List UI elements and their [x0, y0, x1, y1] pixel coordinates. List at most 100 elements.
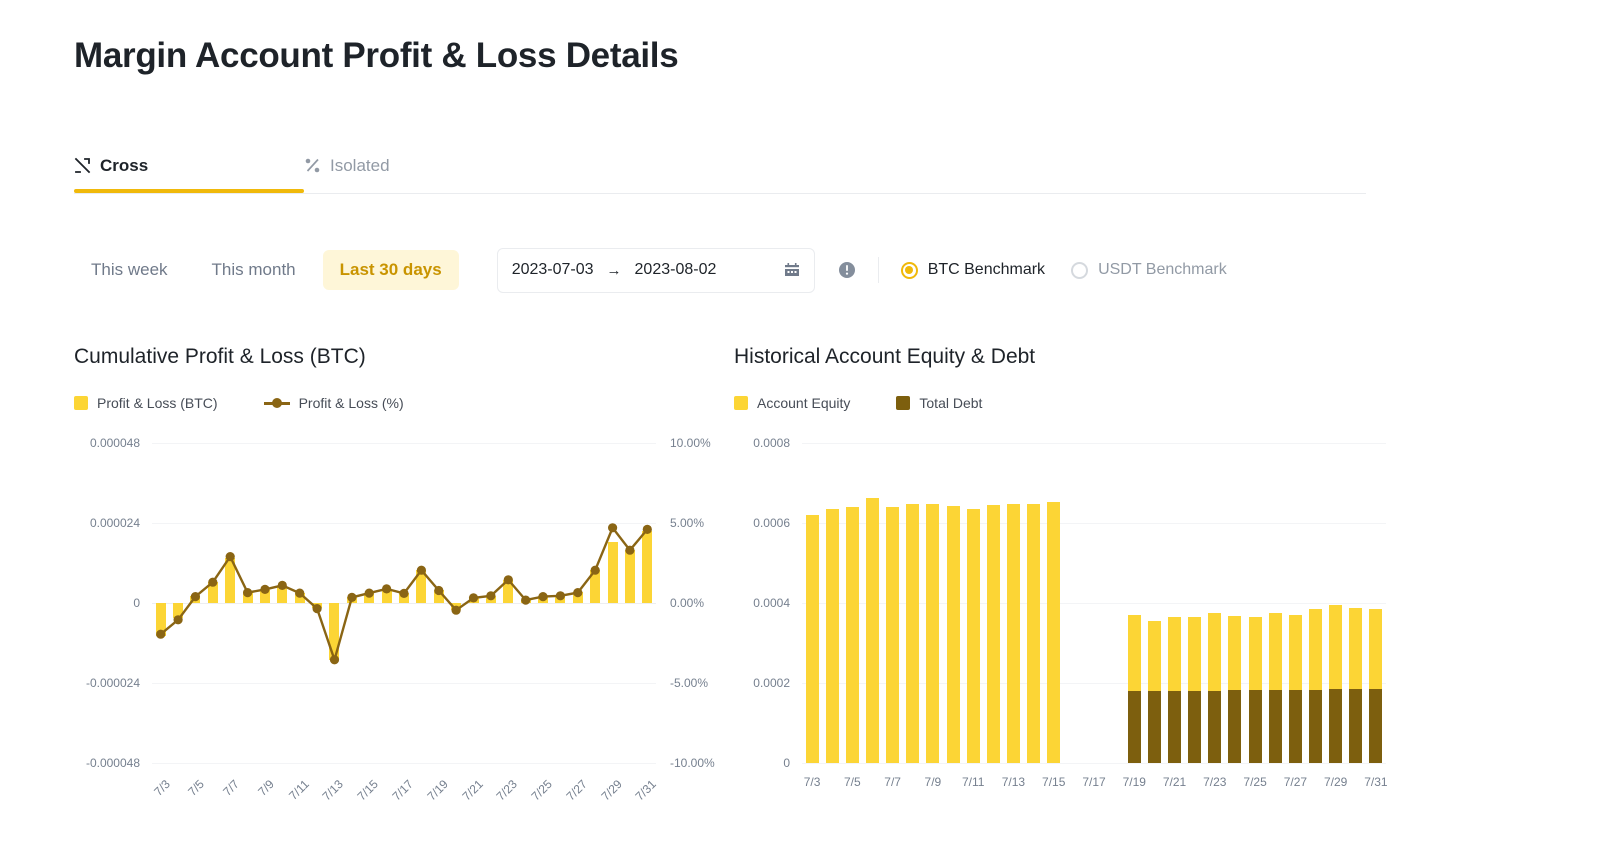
radio-usdt-benchmark[interactable]: USDT Benchmark	[1071, 261, 1227, 279]
tab-isolated-label: Isolated	[330, 155, 390, 175]
bar-total-debt	[1309, 689, 1323, 763]
page-title: Margin Account Profit & Loss Details	[74, 36, 679, 75]
bar-total-debt	[1168, 690, 1182, 763]
y-axis-tick-equity: 0.0002	[753, 676, 790, 690]
bar-account-equity	[1006, 503, 1020, 763]
tab-cross[interactable]: Cross	[74, 138, 304, 193]
x-axis-tick-right: 7/23	[1203, 775, 1227, 789]
bar-total-debt	[1188, 690, 1202, 763]
legend-label-total-debt: Total Debt	[919, 395, 983, 411]
radio-btc-benchmark[interactable]: BTC Benchmark	[900, 261, 1046, 279]
legend-swatch-total-debt	[896, 396, 911, 410]
legend-linedot-pnl-pct	[263, 397, 290, 409]
x-axis-tick-right: 7/25	[1243, 775, 1267, 789]
date-start-value[interactable]: 2023-07-03	[512, 261, 594, 279]
y-axis-tick-equity: 0.0008	[753, 436, 790, 450]
bar-account-equity	[966, 509, 980, 763]
cross-arrows-icon	[74, 157, 91, 174]
range-last-30-days[interactable]: Last 30 days	[322, 250, 459, 290]
bar-account-equity	[1027, 504, 1041, 763]
bar-account-equity	[865, 498, 879, 763]
bar-account-equity	[825, 509, 839, 763]
bar-account-equity	[1288, 615, 1302, 690]
date-range-arrow: →	[606, 261, 622, 279]
bar-account-equity	[1168, 617, 1182, 691]
bar-account-equity	[986, 505, 1000, 763]
bar-total-debt	[1268, 689, 1282, 763]
bar-account-equity	[805, 514, 819, 763]
chart-title-cumulative-pnl: Cumulative Profit & Loss (BTC)	[74, 345, 366, 368]
bar-account-equity	[1188, 616, 1202, 691]
x-axis-tick-right: 7/3	[803, 775, 821, 789]
gridline-right	[802, 763, 1386, 764]
radio-dot-usdt	[1076, 266, 1084, 274]
bar-total-debt	[1228, 690, 1242, 763]
gridline-right	[802, 443, 1386, 444]
calendar-icon[interactable]	[784, 262, 800, 278]
chart-title-equity-debt: Historical Account Equity & Debt	[734, 345, 1036, 368]
info-circle-icon[interactable]	[838, 261, 856, 279]
bar-account-equity	[1127, 615, 1141, 691]
bar-account-equity	[1248, 617, 1262, 691]
benchmark-radio-group: BTC Benchmark USDT Benchmark	[900, 261, 1253, 279]
radio-ring-usdt	[1071, 261, 1089, 279]
x-axis-tick-right: 7/17	[1082, 775, 1106, 789]
bar-total-debt	[1208, 690, 1222, 763]
bar-account-equity	[845, 506, 859, 763]
legend-swatch-pnl-btc	[74, 396, 88, 410]
bar-account-equity	[886, 507, 900, 763]
bar-account-equity	[1309, 608, 1323, 690]
tab-cross-label: Cross	[100, 155, 149, 175]
chart-cumulative-pnl: Cumulative Profit & Loss (BTC) Profit & …	[74, 345, 734, 828]
account-mode-tabs: Cross Isolated	[74, 138, 1366, 194]
radio-usdt-label: USDT Benchmark	[1098, 261, 1227, 278]
bar-total-debt	[1127, 690, 1141, 763]
range-this-week[interactable]: This week	[74, 250, 185, 290]
bar-total-debt	[1147, 690, 1161, 763]
legend-item-total-debt[interactable]: Total Debt	[896, 395, 982, 411]
legend-item-account-equity[interactable]: Account Equity	[734, 395, 850, 411]
x-axis-tick-right: 7/9	[924, 775, 942, 789]
bar-account-equity	[1349, 608, 1363, 690]
bar-account-equity	[1369, 609, 1383, 690]
chart-equity-debt: Historical Account Equity & Debt Account…	[734, 345, 1394, 828]
filter-divider	[877, 257, 879, 283]
bar-account-equity	[1147, 620, 1161, 691]
date-end-value[interactable]: 2023-08-02	[635, 261, 717, 279]
tab-isolated[interactable]: Isolated	[304, 138, 534, 193]
date-range-picker[interactable]: 2023-07-03 → 2023-08-02	[496, 247, 815, 293]
radio-ring-btc	[900, 261, 918, 279]
y-axis-tick-equity: 0	[783, 756, 790, 770]
x-axis-tick-right: 7/5	[844, 775, 861, 789]
legend-item-pnl-pct[interactable]: Profit & Loss (%)	[263, 395, 404, 411]
x-axis-tick-right: 7/27	[1283, 775, 1308, 789]
legend-equity-debt: Account Equity Total Debt	[734, 395, 1394, 411]
range-this-month[interactable]: This month	[195, 250, 313, 290]
plot-area-cumulative-pnl[interactable]: 0.000048 0.000024 0 -0.000024 -0.000048 10.00…	[74, 433, 734, 828]
bar-total-debt	[1248, 690, 1262, 763]
radio-btc-label: BTC Benchmark	[927, 261, 1046, 278]
bar-total-debt	[1329, 689, 1343, 763]
y-axis-tick-equity: 0.0006	[753, 516, 790, 530]
x-axis-tick-right: 7/7	[884, 775, 901, 789]
bar-account-equity	[1047, 501, 1061, 763]
x-axis-tick-right: 7/19	[1122, 775, 1146, 789]
line-series-pnl-pct	[156, 523, 652, 665]
bar-account-equity	[1329, 604, 1343, 690]
bar-account-equity	[926, 504, 940, 763]
bar-account-equity	[1228, 616, 1242, 691]
bar-account-equity	[906, 503, 920, 763]
legend-swatch-account-equity	[734, 396, 748, 410]
x-axis-tick-right: 7/21	[1162, 775, 1187, 789]
plot-area-equity-debt[interactable]: 0.0008 0.0006 0.0004 0.0002 0 7/3 7/5 7/7 7/9 7/1…	[734, 433, 1394, 828]
x-axis-tick-right: 7/29	[1323, 775, 1348, 789]
isolated-icon	[304, 157, 321, 174]
legend-label-pnl-pct: Profit & Loss (%)	[298, 395, 404, 411]
bar-account-equity	[1268, 613, 1282, 690]
bar-total-debt	[1288, 689, 1302, 763]
filter-bar: This week This month Last 30 days 2023-0…	[74, 247, 1253, 293]
legend-item-pnl-btc[interactable]: Profit & Loss (BTC)	[74, 395, 218, 411]
legend-cumulative-pnl: Profit & Loss (BTC) Profit & Loss (%)	[74, 395, 734, 411]
bar-total-debt	[1349, 689, 1363, 763]
bar-account-equity	[946, 506, 960, 763]
